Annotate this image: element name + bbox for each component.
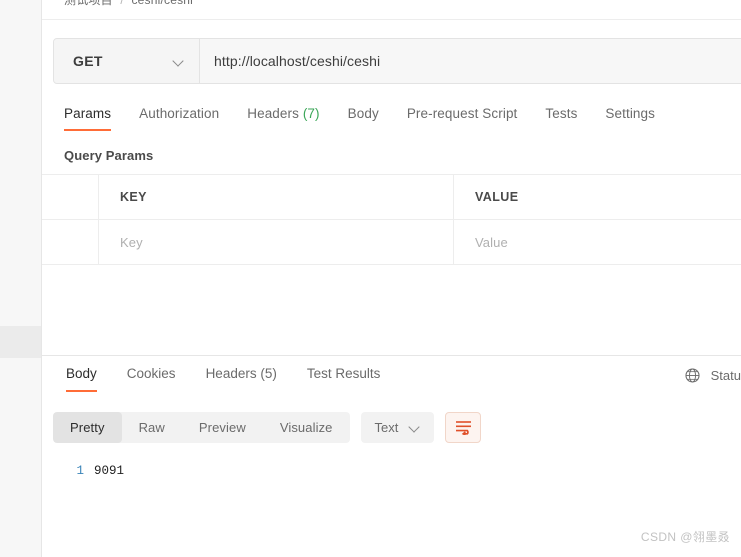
breadcrumb-collection[interactable]: 测试项目 bbox=[64, 0, 113, 7]
response-tab-headers[interactable]: Headers (5) bbox=[206, 362, 277, 392]
row-value-input[interactable]: Value bbox=[454, 220, 741, 264]
word-wrap-button[interactable] bbox=[445, 411, 482, 443]
tab-tests-label: Tests bbox=[545, 106, 578, 121]
response-format-select[interactable]: Text bbox=[360, 411, 435, 443]
tab-body-label: Body bbox=[347, 106, 379, 121]
main-panel: 测试项目 / ceshi/ceshi GET http://localhost/… bbox=[42, 0, 741, 557]
word-wrap-icon bbox=[455, 421, 471, 435]
tab-headers-label: Headers bbox=[247, 106, 299, 121]
tab-body[interactable]: Body bbox=[348, 102, 379, 131]
view-mode-visualize-label: Visualize bbox=[279, 419, 333, 435]
line-content: 9091 bbox=[94, 464, 125, 478]
request-url-bar: GET http://localhost/ceshi/ceshi bbox=[53, 38, 741, 84]
view-mode-preview[interactable]: Preview bbox=[182, 412, 263, 443]
watermark: CSDN @翎墨叒 bbox=[640, 530, 730, 544]
breadcrumb-separator: / bbox=[120, 0, 124, 7]
tab-headers[interactable]: Headers (7) bbox=[247, 102, 319, 131]
globe-icon bbox=[685, 368, 700, 383]
header-value-cell: VALUE bbox=[454, 175, 741, 219]
pane-splitter[interactable] bbox=[42, 355, 741, 356]
header-checkbox-cell bbox=[42, 175, 99, 219]
response-status-area: Statu bbox=[684, 367, 741, 384]
view-mode-raw[interactable]: Raw bbox=[122, 412, 182, 443]
sidebar-active-block[interactable] bbox=[0, 326, 41, 358]
view-mode-pretty[interactable]: Pretty bbox=[53, 411, 122, 443]
column-header-value: VALUE bbox=[475, 190, 519, 204]
tab-params[interactable]: Params bbox=[64, 102, 112, 131]
table-row: Key Value bbox=[42, 220, 741, 265]
left-sidebar-rail bbox=[0, 0, 42, 557]
postman-window: 测试项目 / ceshi/ceshi GET http://localhost/… bbox=[0, 0, 741, 557]
view-mode-raw-label: Raw bbox=[138, 419, 165, 435]
response-format-label: Text bbox=[374, 419, 399, 435]
query-params-title: Query Params bbox=[64, 148, 154, 163]
column-header-key: KEY bbox=[120, 190, 147, 204]
tab-headers-count: (7) bbox=[302, 106, 320, 121]
chevron-down-icon bbox=[409, 422, 420, 433]
key-placeholder: Key bbox=[120, 234, 143, 250]
table-header-row: KEY VALUE bbox=[42, 175, 741, 220]
response-tab-cookies-label: Cookies bbox=[126, 366, 176, 381]
tab-authorization-label: Authorization bbox=[139, 106, 220, 121]
view-mode-pretty-label: Pretty bbox=[70, 419, 105, 435]
row-checkbox-cell[interactable] bbox=[42, 220, 99, 264]
response-tab-headers-count: (5) bbox=[260, 366, 277, 381]
breadcrumb[interactable]: 测试项目 / ceshi/ceshi bbox=[64, 0, 193, 8]
value-placeholder: Value bbox=[475, 234, 508, 250]
tab-params-label: Params bbox=[64, 106, 112, 121]
tab-pre-request-script-label: Pre-request Script bbox=[406, 106, 518, 121]
line-number: 1 bbox=[76, 464, 84, 478]
http-method-label: GET bbox=[73, 53, 103, 69]
tab-tests[interactable]: Tests bbox=[545, 102, 577, 131]
breadcrumb-path[interactable]: ceshi/ceshi bbox=[131, 0, 193, 7]
tab-authorization[interactable]: Authorization bbox=[139, 102, 219, 131]
request-url-input[interactable]: http://localhost/ceshi/ceshi bbox=[200, 39, 741, 83]
response-tab-body-label: Body bbox=[66, 366, 97, 381]
query-params-header: Query Params bbox=[42, 137, 741, 175]
breadcrumb-strip: 测试项目 / ceshi/ceshi bbox=[42, 0, 741, 20]
header-key-cell: KEY bbox=[99, 175, 454, 219]
tab-settings-label: Settings bbox=[605, 106, 656, 121]
view-mode-preview-label: Preview bbox=[198, 419, 246, 435]
response-body-viewer[interactable]: 1 9091 bbox=[42, 452, 741, 557]
code-line: 1 9091 bbox=[42, 452, 741, 478]
request-tabs: Params Authorization Headers (7) Body Pr… bbox=[42, 102, 741, 137]
response-tab-headers-label: Headers bbox=[205, 366, 257, 381]
tab-pre-request-script[interactable]: Pre-request Script bbox=[407, 102, 518, 131]
response-tab-cookies[interactable]: Cookies bbox=[127, 362, 176, 392]
response-status-text[interactable]: Statu bbox=[711, 368, 741, 383]
query-params-table: KEY VALUE Key Value bbox=[42, 175, 741, 265]
response-body-toolbar: Pretty Raw Preview Visualize Text bbox=[42, 408, 741, 446]
response-tab-test-results-label: Test Results bbox=[306, 366, 381, 381]
response-tab-body[interactable]: Body bbox=[66, 362, 97, 392]
row-key-input[interactable]: Key bbox=[99, 220, 454, 264]
view-mode-visualize[interactable]: Visualize bbox=[263, 412, 350, 443]
response-view-mode-group: Pretty Raw Preview Visualize bbox=[53, 411, 350, 443]
tab-settings[interactable]: Settings bbox=[605, 102, 655, 131]
response-tab-test-results[interactable]: Test Results bbox=[307, 362, 381, 392]
http-method-select[interactable]: GET bbox=[54, 39, 200, 83]
chevron-down-icon bbox=[173, 56, 184, 67]
response-tabs: Body Cookies Headers (5) Test Results St… bbox=[42, 362, 741, 396]
